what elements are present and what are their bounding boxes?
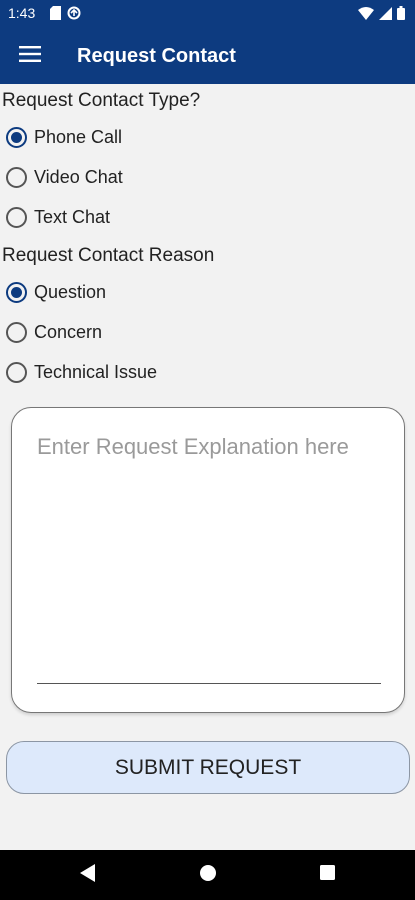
- home-icon: [200, 864, 216, 886]
- page-title: Request Contact: [77, 45, 236, 67]
- explanation-input[interactable]: [37, 434, 381, 684]
- radio-label: Technical Issue: [34, 361, 158, 382]
- radio-concern[interactable]: Concern: [6, 316, 102, 348]
- signal-icon: [379, 6, 392, 25]
- back-button[interactable]: [76, 863, 100, 887]
- radio-unchecked-icon: [6, 206, 27, 228]
- explanation-card: [11, 407, 405, 713]
- radio-question[interactable]: Question: [6, 276, 106, 308]
- radio-technical-issue[interactable]: Technical Issue: [6, 356, 157, 388]
- radio-label: Question: [34, 281, 107, 302]
- sd-card-icon: [50, 6, 61, 25]
- menu-button[interactable]: [10, 36, 50, 76]
- radio-label: Video Chat: [34, 166, 123, 187]
- back-icon: [80, 863, 96, 887]
- submit-request-button[interactable]: SUBMIT REQUEST: [6, 741, 410, 794]
- radio-label: Text Chat: [34, 206, 111, 227]
- contact-type-label: Request Contact Type?: [2, 90, 201, 111]
- navigation-bar: [0, 850, 415, 900]
- radio-text-chat[interactable]: Text Chat: [6, 201, 110, 233]
- radio-label: Concern: [34, 321, 103, 342]
- recents-icon: [319, 865, 335, 885]
- radio-checked-icon: [6, 281, 27, 303]
- home-button[interactable]: [196, 863, 220, 887]
- radio-phone-call[interactable]: Phone Call: [6, 121, 122, 153]
- wifi-icon: [358, 6, 374, 25]
- recents-button[interactable]: [315, 863, 339, 887]
- app-bar: Request Contact: [0, 28, 415, 84]
- radio-unchecked-icon: [6, 166, 27, 188]
- radio-checked-icon: [6, 126, 27, 148]
- radio-label: Phone Call: [34, 126, 123, 147]
- sync-icon: [67, 6, 81, 25]
- battery-icon: [397, 6, 405, 25]
- status-time: 1:43: [8, 5, 36, 21]
- radio-unchecked-icon: [6, 361, 27, 383]
- radio-video-chat[interactable]: Video Chat: [6, 161, 123, 193]
- hamburger-menu-icon: [19, 45, 41, 67]
- contact-reason-label: Request Contact Reason: [2, 245, 215, 266]
- radio-unchecked-icon: [6, 321, 27, 343]
- status-bar: 1:43: [0, 0, 415, 28]
